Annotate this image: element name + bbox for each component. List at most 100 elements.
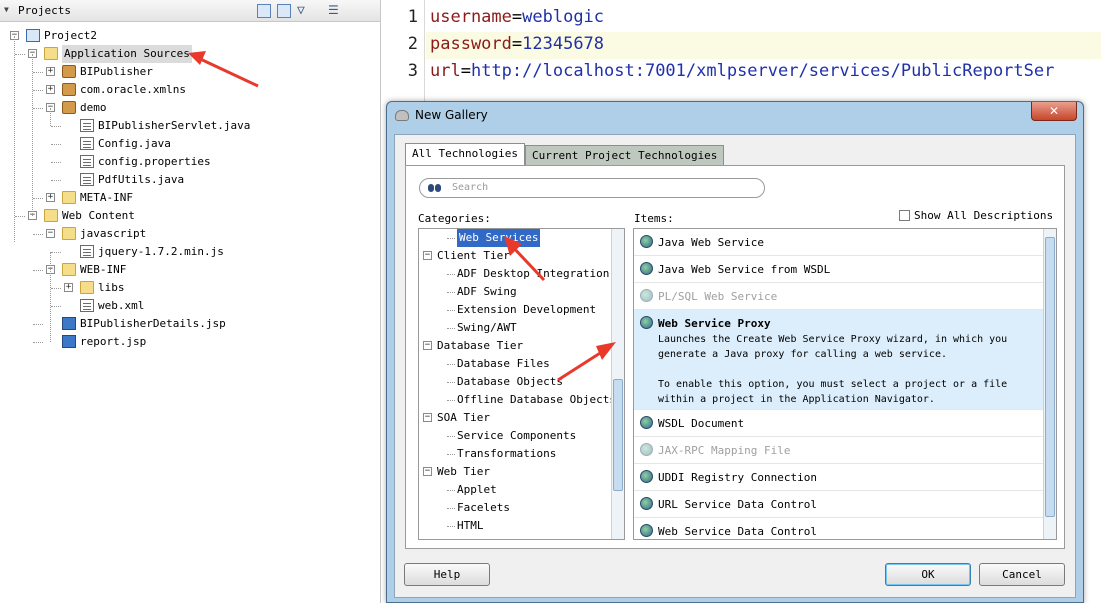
code-line[interactable]: password=12345678 bbox=[430, 34, 604, 54]
annotation-arrow-application-sources bbox=[188, 51, 259, 88]
property-value: http://localhost:7001/xmlpserver/service… bbox=[470, 61, 1055, 81]
search-input[interactable]: Search bbox=[419, 178, 765, 198]
tree-connector bbox=[51, 288, 61, 289]
scrollbar-thumb[interactable] bbox=[1045, 237, 1055, 517]
tree-item[interactable]: jquery-1.7.2.min.js bbox=[0, 243, 380, 261]
sync-icon[interactable] bbox=[257, 4, 271, 18]
gallery-item: JAX-RPC Mapping File bbox=[634, 437, 1044, 464]
expander-icon[interactable]: − bbox=[423, 251, 432, 260]
equals-sign: = bbox=[511, 7, 523, 27]
js-file-icon bbox=[80, 245, 94, 258]
gallery-item-label: Java Web Service bbox=[658, 236, 764, 249]
projects-header: ▼ Projects ▽ ☰ bbox=[0, 0, 380, 22]
tree-item-label: com.oracle.xmlns bbox=[80, 83, 186, 96]
tree-item[interactable]: web.xml bbox=[0, 297, 380, 315]
gallery-item[interactable]: UDDI Registry Connection bbox=[634, 464, 1044, 491]
tree-item-label: BIPublisher bbox=[80, 65, 153, 78]
expander-icon[interactable]: − bbox=[423, 467, 432, 476]
package-icon bbox=[62, 101, 76, 114]
scrollbar-thumb[interactable] bbox=[613, 379, 623, 491]
options-icon[interactable]: ☰ bbox=[328, 3, 339, 17]
expander-icon[interactable]: + bbox=[46, 193, 55, 202]
gallery-item[interactable]: Java Web Service bbox=[634, 229, 1044, 256]
tree-connector bbox=[447, 292, 455, 293]
tree-item[interactable]: BIPublisherDetails.jsp bbox=[0, 315, 380, 333]
xml-file-icon bbox=[80, 299, 94, 312]
collapse-icon[interactable]: ▼ bbox=[4, 5, 9, 14]
tree-item[interactable]: Config.java bbox=[0, 135, 380, 153]
expander-icon[interactable]: − bbox=[423, 413, 432, 422]
tree-connector bbox=[447, 490, 455, 491]
folder-icon bbox=[62, 191, 76, 204]
tree-item-label: demo bbox=[80, 101, 107, 114]
ok-button[interactable]: OK bbox=[885, 563, 971, 586]
gallery-item[interactable]: WSDL Document bbox=[634, 410, 1044, 437]
tab-all-technologies[interactable]: All Technologies bbox=[405, 143, 525, 165]
line-number: 3 bbox=[407, 61, 418, 81]
expander-icon[interactable]: + bbox=[64, 283, 73, 292]
tree-item[interactable]: − Project2 bbox=[0, 27, 380, 45]
tree-item-label: Application Sources bbox=[62, 45, 192, 63]
annotation-arrow-web-services bbox=[504, 236, 546, 282]
tab-current-project-technologies[interactable]: Current Project Technologies bbox=[525, 145, 725, 165]
expander-icon[interactable]: + bbox=[46, 85, 55, 94]
tree-item[interactable]: − WEB-INF bbox=[0, 261, 380, 279]
tree-connector bbox=[33, 324, 43, 325]
tree-item-label: WEB-INF bbox=[80, 263, 127, 276]
show-all-descriptions-checkbox[interactable]: Show All Descriptions bbox=[899, 209, 1053, 222]
web-service-icon bbox=[640, 443, 653, 456]
tree-item[interactable]: PdfUtils.java bbox=[0, 171, 380, 189]
web-service-icon bbox=[640, 289, 653, 302]
folder-icon bbox=[62, 227, 76, 240]
web-service-icon bbox=[640, 524, 653, 537]
tree-item[interactable]: + META-INF bbox=[0, 189, 380, 207]
category-label: Extension Development bbox=[457, 303, 597, 316]
tree-item-label: jquery-1.7.2.min.js bbox=[98, 245, 224, 258]
tree-guide bbox=[14, 36, 15, 242]
web-service-icon bbox=[640, 262, 653, 275]
web-service-icon bbox=[640, 416, 653, 429]
categories-label: Categories: bbox=[418, 212, 491, 225]
equals-sign: = bbox=[511, 34, 523, 54]
gallery-item[interactable]: Web Service Data Control bbox=[634, 518, 1044, 539]
category-label: Database Tier bbox=[437, 339, 524, 352]
expander-icon[interactable]: + bbox=[46, 67, 55, 76]
tree-item[interactable]: config.properties bbox=[0, 153, 380, 171]
cancel-button[interactable]: Cancel bbox=[979, 563, 1065, 586]
tree-connector bbox=[33, 90, 43, 91]
tree-connector bbox=[51, 144, 61, 145]
category-label: Web Tier bbox=[437, 465, 490, 478]
tree-item[interactable]: + libs bbox=[0, 279, 380, 297]
tree-item[interactable]: − demo bbox=[0, 99, 380, 117]
tree-connector bbox=[447, 274, 455, 275]
items-scrollbar[interactable] bbox=[1043, 229, 1056, 539]
gallery-item-description: Launches the Create Web Service Proxy wi… bbox=[658, 334, 1008, 405]
tree-connector bbox=[33, 342, 43, 343]
folder-icon bbox=[44, 209, 58, 222]
property-value: 12345678 bbox=[522, 34, 605, 54]
gallery-item[interactable]: Java Web Service from WSDL bbox=[634, 256, 1044, 283]
tree-item[interactable]: − javascript bbox=[0, 225, 380, 243]
help-button[interactable]: Help bbox=[404, 563, 490, 586]
checkbox-icon[interactable] bbox=[899, 210, 910, 221]
properties-file-icon bbox=[80, 155, 94, 168]
code-line[interactable]: url=http://localhost:7001/xmlpserver/ser… bbox=[430, 61, 1054, 81]
expander-icon[interactable]: − bbox=[46, 229, 55, 238]
items-list[interactable]: Java Web Service Java Web Service from WS… bbox=[633, 228, 1057, 540]
filter-icon[interactable]: ▽ bbox=[297, 3, 305, 18]
gallery-item: PL/SQL Web Service bbox=[634, 283, 1044, 310]
tree-item[interactable]: − Web Content bbox=[0, 207, 380, 225]
expander-icon[interactable]: − bbox=[423, 341, 432, 350]
tree-item-label: Config.java bbox=[98, 137, 171, 150]
close-button[interactable]: ✕ bbox=[1031, 102, 1077, 121]
gallery-item[interactable]: URL Service Data Control bbox=[634, 491, 1044, 518]
web-service-icon bbox=[640, 316, 653, 329]
gallery-item[interactable]: Web Service Proxy Launches the Create Web… bbox=[634, 310, 1044, 410]
refresh-icon[interactable] bbox=[277, 4, 291, 18]
tree-item[interactable]: report.jsp bbox=[0, 333, 380, 351]
tree-connector bbox=[33, 72, 43, 73]
code-line[interactable]: username=weblogic bbox=[430, 7, 604, 27]
tree-connector bbox=[447, 364, 455, 365]
tree-item[interactable]: BIPublisherServlet.java bbox=[0, 117, 380, 135]
line-number: 2 bbox=[407, 34, 418, 54]
